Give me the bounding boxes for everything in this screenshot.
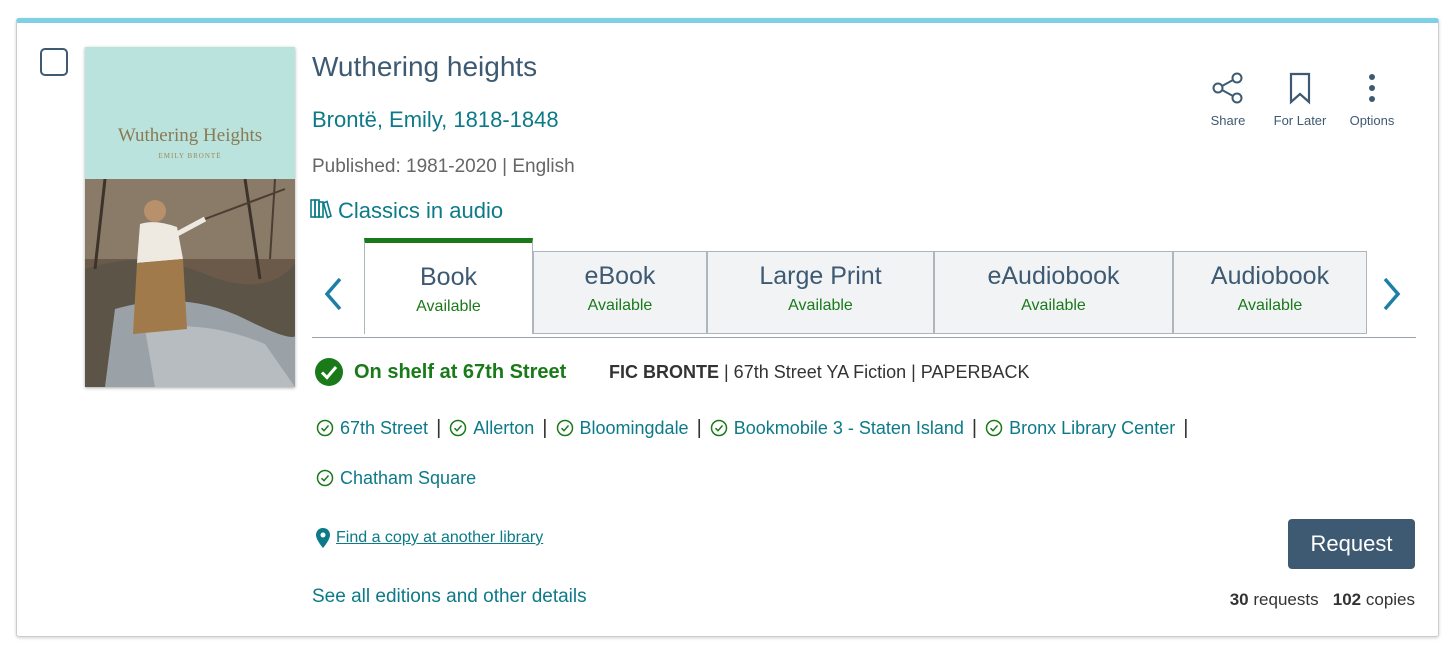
- cover-painting: [85, 179, 295, 387]
- tab-format-label: eAudiobook: [987, 262, 1120, 290]
- tab-format-label: Book: [420, 263, 477, 291]
- author-link[interactable]: Brontë, Emily, 1818-1848: [312, 107, 559, 133]
- branch-link[interactable]: Bookmobile 3 - Staten Island: [710, 418, 964, 439]
- tabs-prev-button[interactable]: [322, 276, 346, 317]
- select-checkbox[interactable]: [40, 48, 68, 76]
- branch-list: 67th Street | Allerton | Bloomingdale | …: [316, 415, 1276, 515]
- separator: |: [542, 416, 548, 439]
- branch-link[interactable]: Bronx Library Center: [985, 418, 1175, 439]
- series-label: Classics in audio: [338, 198, 504, 223]
- tab-status-label: Available: [416, 298, 481, 315]
- separator: |: [971, 416, 978, 439]
- record-actions: Share For Later Options: [1192, 71, 1408, 128]
- branch-name: 67th Street: [340, 417, 429, 438]
- tab-eaudiobook[interactable]: eAudiobook Available: [934, 251, 1173, 334]
- tab-format-label: Large Print: [759, 262, 882, 290]
- share-icon: [1212, 72, 1243, 104]
- branch-name: Allerton: [473, 417, 535, 438]
- check-circle-icon: [315, 358, 343, 386]
- separator: |: [436, 416, 442, 439]
- tabs-next-button[interactable]: [1379, 276, 1403, 317]
- requests-label: requests: [1253, 590, 1319, 609]
- copies-label: copies: [1365, 590, 1415, 609]
- check-circle-outline-icon: [556, 419, 573, 437]
- search-result-card: Wuthering Heights EMILY BRONTË Wuthering…: [16, 18, 1439, 637]
- cover-author: EMILY BRONTË: [158, 152, 222, 160]
- share-label: Share: [1210, 113, 1246, 128]
- check-circle-outline-icon: [316, 419, 334, 437]
- tab-status-label: Available: [1237, 297, 1303, 314]
- tab-large-print[interactable]: Large Print Available: [707, 251, 934, 334]
- tab-audiobook[interactable]: Audiobook Available: [1173, 251, 1367, 334]
- tab-status-label: Available: [1021, 297, 1086, 314]
- branch-row: 67th Street | Allerton | Bloomingdale | …: [316, 415, 1276, 441]
- tab-status-label: Available: [788, 297, 853, 314]
- branch-link[interactable]: 67th Street: [316, 418, 428, 439]
- cover-title: Wuthering Heights: [117, 125, 263, 146]
- tab-format-label: eBook: [584, 262, 656, 290]
- separator: |: [1183, 416, 1189, 439]
- series-link[interactable]: Classics in audio: [310, 197, 503, 225]
- for-later-button[interactable]: For Later: [1264, 71, 1336, 128]
- books-icon: [310, 197, 332, 225]
- bookmark-icon: [1289, 72, 1311, 105]
- requests-count: 30: [1229, 590, 1249, 609]
- share-button[interactable]: Share: [1192, 71, 1264, 128]
- check-circle-outline-icon: [316, 469, 334, 487]
- for-later-label: For Later: [1273, 113, 1327, 128]
- branch-name: Bookmobile 3 - Staten Island: [733, 417, 964, 438]
- tab-status-label: Available: [587, 297, 653, 314]
- check-circle-outline-icon: [710, 419, 728, 437]
- branch-link[interactable]: Allerton: [449, 418, 534, 439]
- branch-row: Chatham Square: [316, 465, 1276, 491]
- options-button[interactable]: Options: [1336, 71, 1408, 128]
- call-number-code: FIC BRONTE: [609, 362, 719, 382]
- branch-link[interactable]: Chatham Square: [316, 468, 476, 489]
- separator: |: [696, 416, 702, 439]
- location-pin-icon: [316, 528, 330, 548]
- shelf-status-text: On shelf at 67th Street: [354, 360, 567, 383]
- find-copy-link[interactable]: Find a copy at another library: [316, 528, 543, 548]
- find-copy-label: Find a copy at another library: [336, 529, 544, 546]
- branch-name: Bloomingdale: [579, 417, 689, 438]
- publication-info: Published: 1981-2020 | English: [312, 156, 575, 177]
- copies-count: 102: [1332, 590, 1362, 609]
- tab-book[interactable]: Book Available: [364, 238, 533, 334]
- chevron-right-icon: [1383, 277, 1401, 311]
- request-button[interactable]: Request: [1288, 519, 1415, 569]
- check-circle-outline-icon: [450, 419, 467, 437]
- branch-link[interactable]: Bloomingdale: [556, 418, 689, 439]
- call-number-details: | 67th Street YA Fiction | PAPERBACK: [719, 362, 1030, 382]
- format-tabs: Book Available eBook Available Large Pri…: [312, 238, 1416, 338]
- tab-format-label: Audiobook: [1210, 262, 1330, 290]
- branch-name: Chatham Square: [340, 467, 477, 488]
- branch-name: Bronx Library Center: [1009, 417, 1176, 438]
- holds-counts: 30 requests 102 copies: [1230, 590, 1415, 610]
- tabs-baseline: [312, 337, 1416, 338]
- more-vertical-icon: [1369, 74, 1375, 102]
- check-circle-outline-icon: [985, 419, 1003, 437]
- availability-status: On shelf at 67th Street: [314, 357, 566, 387]
- tab-ebook[interactable]: eBook Available: [533, 251, 707, 334]
- chevron-left-icon: [324, 277, 342, 311]
- see-all-editions-link[interactable]: See all editions and other details: [312, 586, 587, 608]
- options-label: Options: [1349, 113, 1395, 128]
- book-cover-image[interactable]: Wuthering Heights EMILY BRONTË: [85, 47, 295, 387]
- call-number: FIC BRONTE | 67th Street YA Fiction | PA…: [609, 362, 1030, 383]
- record-title[interactable]: Wuthering heights: [312, 51, 537, 83]
